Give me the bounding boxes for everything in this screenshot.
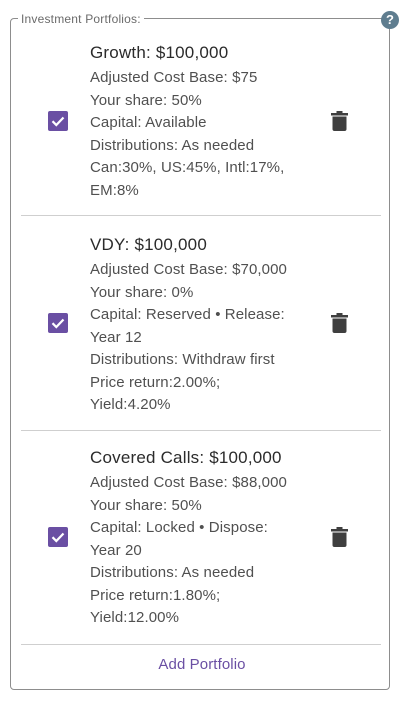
portfolio-checkbox-vdy[interactable] <box>48 313 68 333</box>
portfolio-details-growth: Growth: $100,000 Adjusted Cost Base: $75… <box>90 42 305 202</box>
trash-icon <box>331 527 348 547</box>
portfolio-acb: Adjusted Cost Base: $75 <box>90 69 258 86</box>
portfolio-yield: Yield:4.20% <box>90 396 171 413</box>
portfolio-capital-cont: Year 20 <box>90 541 142 559</box>
section-legend: Investment Portfolios: <box>18 11 144 27</box>
portfolio-divider <box>21 215 381 216</box>
portfolio-details-covered-calls: Covered Calls: $100,000 Adjusted Cost Ba… <box>90 447 305 630</box>
portfolio-acb: Adjusted Cost Base: $70,000 <box>90 261 287 278</box>
trash-icon <box>331 313 348 333</box>
portfolio-allocation-cont: EM:8% <box>90 181 139 199</box>
portfolio-title: Covered Calls: $100,000 <box>90 448 282 467</box>
portfolio-allocation: Can:30%, US:45%, Intl:17%, <box>90 159 285 176</box>
delete-portfolio-growth[interactable] <box>331 111 348 131</box>
portfolio-checkbox-covered-calls[interactable] <box>48 527 68 547</box>
portfolio-yield: Yield:12.00% <box>90 609 180 626</box>
portfolio-price-return: Price return:2.00%; <box>90 373 221 391</box>
portfolio-distributions: Distributions: Withdraw first <box>90 351 275 368</box>
checkmark-icon <box>51 116 65 127</box>
portfolio-share: Your share: 50% <box>90 91 202 109</box>
portfolio-distributions: Distributions: As needed <box>90 564 255 581</box>
delete-portfolio-vdy[interactable] <box>331 313 348 333</box>
portfolio-divider <box>21 644 381 645</box>
portfolio-capital-cont: Year 12 <box>90 328 142 346</box>
portfolio-share: Your share: 50% <box>90 496 202 514</box>
trash-icon <box>331 111 348 131</box>
checkmark-icon <box>51 532 65 543</box>
portfolio-share: Your share: 0% <box>90 283 194 301</box>
portfolio-capital: Capital: Available <box>90 114 207 131</box>
portfolio-details-vdy: VDY: $100,000 Adjusted Cost Base: $70,00… <box>90 234 305 417</box>
portfolio-title: Growth: $100,000 <box>90 43 229 62</box>
portfolio-checkbox-growth[interactable] <box>48 111 68 131</box>
checkmark-icon <box>51 318 65 329</box>
add-portfolio-button[interactable]: Add Portfolio <box>0 656 404 673</box>
portfolio-title: VDY: $100,000 <box>90 235 207 254</box>
portfolio-price-return: Price return:1.80%; <box>90 586 221 604</box>
portfolio-capital: Capital: Locked • Dispose: <box>90 519 268 536</box>
portfolio-divider <box>21 430 381 431</box>
delete-portfolio-covered-calls[interactable] <box>331 527 348 547</box>
help-icon[interactable]: ? <box>381 11 399 29</box>
portfolio-capital: Capital: Reserved • Release: <box>90 306 285 323</box>
portfolio-distributions: Distributions: As needed <box>90 136 255 154</box>
portfolio-acb: Adjusted Cost Base: $88,000 <box>90 474 287 491</box>
